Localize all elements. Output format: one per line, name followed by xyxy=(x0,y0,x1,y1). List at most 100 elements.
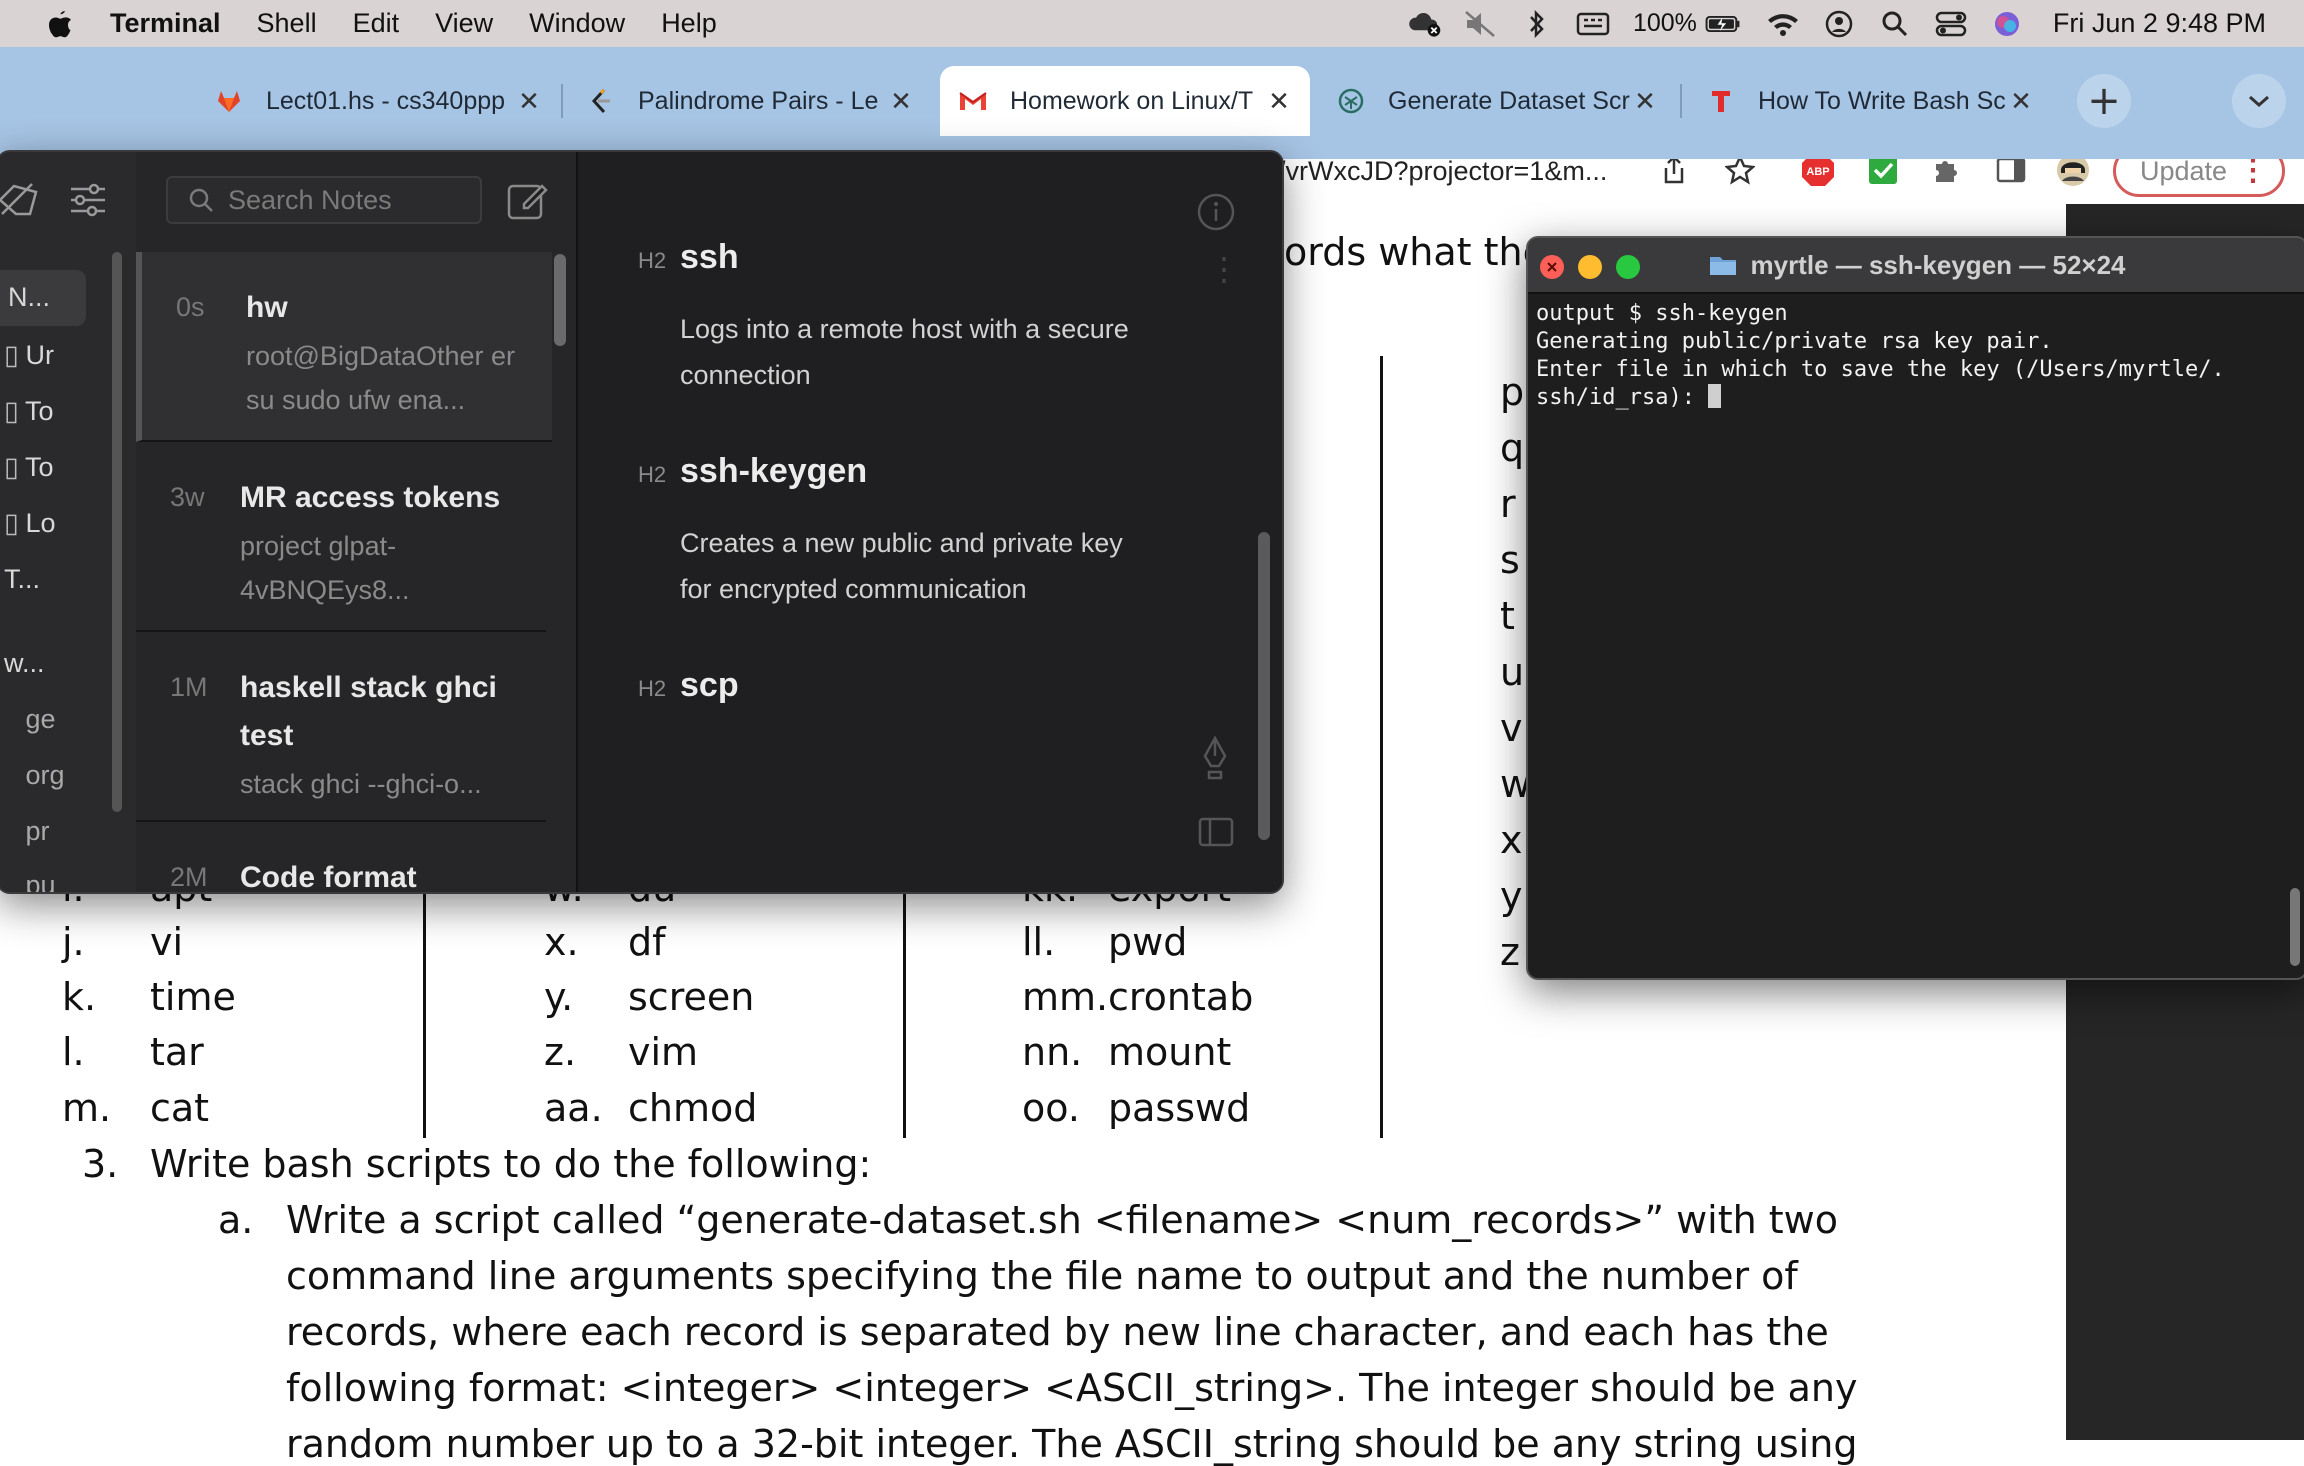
more-options-icon[interactable]: ⋮ xyxy=(1208,253,1240,285)
note-list-item[interactable]: 2M Code format xyxy=(136,822,546,892)
command-item: aa. chmod xyxy=(544,1086,758,1130)
column-divider xyxy=(423,884,426,1138)
heading-marker: H2 xyxy=(638,462,667,487)
tab-title: Homework on Linux/T xyxy=(1010,86,1254,115)
apple-menu-icon[interactable] xyxy=(40,7,78,41)
panel-toggle-icon[interactable] xyxy=(1198,816,1234,853)
address-bar-url[interactable]: /vrWxcJD?projector=1&m... xyxy=(1278,156,1607,187)
browser-menu-icon[interactable]: ⋮ xyxy=(2238,154,2268,188)
command-item: l. tar xyxy=(62,1030,204,1074)
tab-bash-scripts[interactable]: How To Write Bash Sc ✕ xyxy=(1688,66,2052,136)
tab-title: Lect01.hs - cs340ppp xyxy=(266,86,506,115)
menu-help[interactable]: Help xyxy=(661,8,717,39)
tab-close-icon[interactable]: ✕ xyxy=(514,86,544,117)
battery-percent: 100% xyxy=(1632,9,1697,37)
command-item: x. df xyxy=(544,920,666,964)
mute-icon[interactable] xyxy=(1463,9,1499,39)
column-divider xyxy=(903,884,906,1138)
menu-view[interactable]: View xyxy=(435,8,493,39)
control-center-icon[interactable] xyxy=(1933,9,1969,39)
wifi-icon[interactable] xyxy=(1765,9,1801,39)
terminal-line: output $ ssh-keygen xyxy=(1536,301,1788,326)
menu-shell[interactable]: Shell xyxy=(257,8,317,39)
menu-clock[interactable]: Fri Jun 2 9:48 PM xyxy=(2053,8,2266,39)
note-heading[interactable]: ssh-keygen xyxy=(680,452,867,491)
sidebar-item-tag[interactable]: org xyxy=(4,760,65,791)
menu-edit[interactable]: Edit xyxy=(353,8,400,39)
command-item: mm.crontab xyxy=(1022,975,1254,1019)
terminal-titlebar[interactable]: myrtle — ssh-keygen — 52×24 xyxy=(1528,238,2304,294)
right-column-letter: y xyxy=(1500,874,1523,918)
tab-close-icon[interactable]: ✕ xyxy=(1630,86,1660,117)
tab-search-chevron-icon[interactable] xyxy=(2232,74,2286,128)
folder-icon xyxy=(1708,253,1738,277)
gitlab-icon xyxy=(214,86,244,116)
item-3a-line: records, where each record is separated … xyxy=(286,1310,1829,1354)
info-icon[interactable] xyxy=(1196,192,1236,237)
notes-app-window: N... ▯ Ur ▯ To ▯ To ▯ Lo T... w... ge or… xyxy=(0,150,1284,894)
pen-tip-icon[interactable] xyxy=(1198,735,1232,785)
tab-separator xyxy=(561,84,563,118)
tab-homework[interactable]: Homework on Linux/T ✕ xyxy=(940,66,1310,136)
filter-sliders-icon[interactable] xyxy=(68,182,108,223)
tab-close-icon[interactable]: ✕ xyxy=(2006,86,2036,117)
terminal-prompt-line: ssh/id_rsa): xyxy=(1536,384,2276,412)
editor-scrollbar[interactable] xyxy=(1258,532,1270,840)
terminal-title: myrtle — ssh-keygen — 52×24 xyxy=(1750,249,2126,280)
close-button[interactable] xyxy=(1540,255,1564,279)
tab-lect01[interactable]: Lect01.hs - cs340ppp ✕ xyxy=(196,66,560,136)
sidebar-item-untagged[interactable]: ▯ Ur xyxy=(4,340,54,371)
note-list-item[interactable]: 0s hw root@BigDataOther er su sudo ufw e… xyxy=(136,252,552,442)
terminal-line: Enter file in which to save the key (/Us… xyxy=(1536,357,2225,382)
right-column-letter: x xyxy=(1500,818,1523,862)
menu-bar: Terminal Shell Edit View Window Help 100… xyxy=(0,0,2304,47)
keyboard-input-icon[interactable] xyxy=(1575,9,1611,39)
terminal-window: myrtle — ssh-keygen — 52×24 output $ ssh… xyxy=(1526,236,2304,980)
menu-window[interactable]: Window xyxy=(529,8,625,39)
item-3-number: 3. xyxy=(82,1142,119,1186)
sidebar-item-tag[interactable]: pu xyxy=(4,870,56,892)
note-paragraph[interactable]: Logs into a remote host with a secure co… xyxy=(680,306,1140,398)
notes-list-scrollbar[interactable] xyxy=(554,254,566,346)
search-notes-input[interactable]: Search Notes xyxy=(166,176,482,224)
tag-icon[interactable] xyxy=(0,180,42,225)
sidebar-scrollbar[interactable] xyxy=(112,252,122,812)
terminal-scrollbar[interactable] xyxy=(2290,888,2300,966)
sidebar-item-todo[interactable]: ▯ To xyxy=(4,396,54,427)
terminal-output[interactable]: output $ ssh-keygen Generating public/pri… xyxy=(1536,300,2276,412)
menu-app-terminal[interactable]: Terminal xyxy=(110,8,221,39)
user-account-icon[interactable] xyxy=(1821,9,1857,39)
tab-generate-dataset[interactable]: Generate Dataset Scr ✕ xyxy=(1318,66,1676,136)
minimize-button[interactable] xyxy=(1578,255,1602,279)
note-list-item[interactable]: 3w MR access tokens project glpat-4vBNQE… xyxy=(136,442,546,632)
item-3a-label: a. xyxy=(218,1198,254,1242)
sidebar-item-today[interactable]: ▯ To xyxy=(4,452,54,483)
siri-icon[interactable] xyxy=(1989,9,2025,39)
note-heading[interactable]: scp xyxy=(680,666,739,705)
leetcode-icon xyxy=(586,86,616,116)
tab-palindrome-pairs[interactable]: Palindrome Pairs - Le ✕ xyxy=(568,66,932,136)
sidebar-item-tag[interactable]: w... xyxy=(4,648,45,679)
note-list-item[interactable]: 1M haskell stack ghci test stack ghci --… xyxy=(136,632,546,822)
right-column-letter: u xyxy=(1500,650,1525,694)
new-tab-button[interactable]: + xyxy=(2077,74,2131,128)
terminal-line: ssh/id_rsa): xyxy=(1536,385,1709,410)
gmail-icon xyxy=(958,86,988,116)
cloud-sync-icon[interactable] xyxy=(1407,9,1443,39)
tab-close-icon[interactable]: ✕ xyxy=(1264,86,1294,117)
bluetooth-icon[interactable] xyxy=(1519,9,1555,39)
chatgpt-icon xyxy=(1336,86,1366,116)
zoom-button[interactable] xyxy=(1616,255,1640,279)
note-heading[interactable]: ssh xyxy=(680,238,739,277)
spotlight-search-icon[interactable] xyxy=(1877,9,1913,39)
sidebar-item-tag[interactable]: ge xyxy=(4,704,56,735)
sidebar-item-notes[interactable]: N... xyxy=(0,270,86,326)
sidebar-item-tag[interactable]: pr xyxy=(4,816,50,847)
battery-icon[interactable] xyxy=(1705,9,1741,39)
tab-close-icon[interactable]: ✕ xyxy=(886,86,916,117)
note-paragraph[interactable]: Creates a new public and private key for… xyxy=(680,520,1140,612)
sidebar-item-trash[interactable]: T... xyxy=(4,564,40,595)
item-3a-line: following format: <integer> <integer> <A… xyxy=(286,1366,1858,1410)
new-note-compose-icon[interactable] xyxy=(506,180,548,225)
sidebar-item-locked[interactable]: ▯ Lo xyxy=(4,508,56,539)
